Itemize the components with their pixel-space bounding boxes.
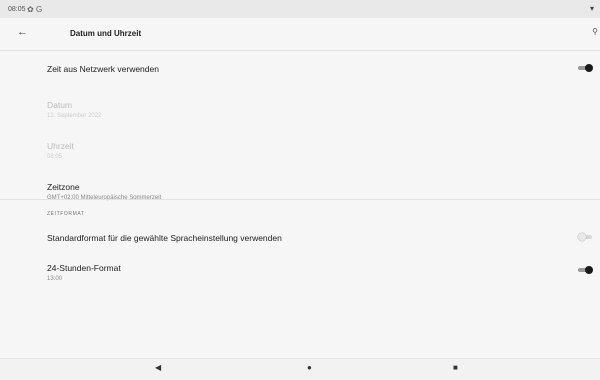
- navigation-bar: ◀ ● ■: [0, 358, 600, 380]
- 24h-format-switch[interactable]: [578, 266, 593, 274]
- divider: [0, 199, 600, 200]
- setting-value: 12. September 2022: [47, 113, 102, 119]
- g-icon: G: [36, 5, 43, 14]
- setting-label: Datum: [47, 100, 73, 110]
- setting-label: Standardformat für die gewählte Sprachei…: [47, 233, 282, 243]
- wifi-icon: ▾: [589, 4, 594, 13]
- arrow-left-icon[interactable]: ←: [17, 26, 28, 38]
- setting-standard-format[interactable]: Standardformat für die gewählte Sprachei…: [0, 229, 600, 253]
- setting-label: Zeitzone: [47, 182, 80, 192]
- setting-24h-format[interactable]: 24-Stunden-Format 13:00: [0, 260, 600, 290]
- status-time: 08:05: [8, 6, 26, 13]
- status-bar: 08:05 ✿ G ▾: [0, 0, 600, 18]
- section-header: ZEITFORMAT: [47, 211, 85, 217]
- page-title: Datum und Uhrzeit: [70, 29, 142, 38]
- nav-back-icon[interactable]: ◀: [155, 363, 161, 372]
- setting-label: Uhrzeit: [47, 141, 74, 151]
- setting-value: GMT+02:00 Mitteleuropäische Sommerzeit: [47, 195, 162, 201]
- setting-label: Zeit aus Netzwerk verwenden: [47, 64, 159, 74]
- nav-home-icon[interactable]: ●: [307, 363, 312, 372]
- setting-label: 24-Stunden-Format: [47, 263, 121, 273]
- gear-icon: ✿: [27, 5, 34, 14]
- settings-screen: ← Datum und Uhrzeit ⚲ Zeit aus Netzwerk …: [0, 18, 600, 358]
- setting-date: Datum 12. September 2022: [0, 100, 600, 130]
- network-time-switch[interactable]: [578, 64, 593, 72]
- app-bar: ← Datum und Uhrzeit ⚲: [0, 18, 600, 51]
- nav-recents-icon[interactable]: ■: [453, 363, 458, 372]
- setting-timezone[interactable]: Zeitzone GMT+02:00 Mitteleuropäische Som…: [0, 182, 600, 212]
- setting-value: 13:00: [47, 276, 63, 282]
- setting-time: Uhrzeit 08:05: [0, 141, 600, 171]
- search-icon[interactable]: ⚲: [592, 27, 598, 36]
- standard-format-switch[interactable]: [578, 233, 592, 241]
- setting-network-time[interactable]: Zeit aus Netzwerk verwenden: [0, 58, 600, 88]
- setting-value: 08:05: [47, 154, 63, 160]
